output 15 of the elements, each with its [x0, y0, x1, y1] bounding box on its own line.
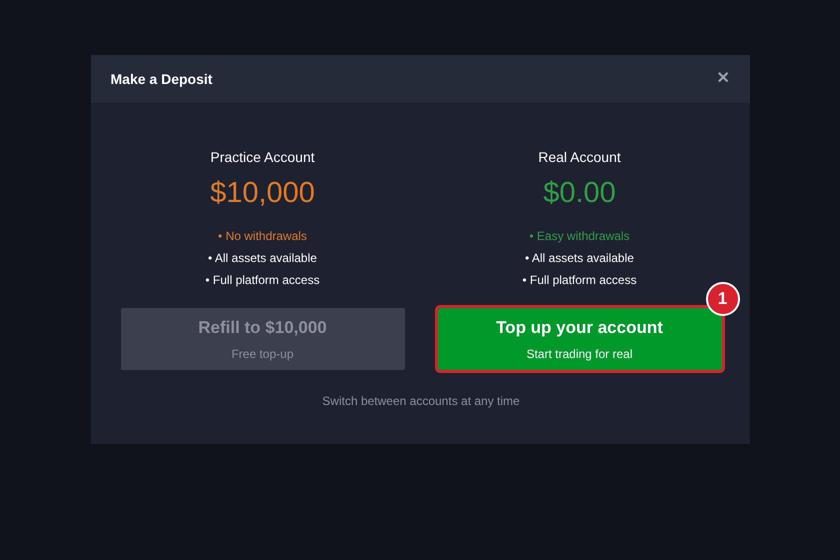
- account-balance: $10,000: [210, 176, 315, 211]
- close-button[interactable]: ✕: [716, 71, 730, 87]
- dialog-title: Make a Deposit: [110, 70, 212, 89]
- step-badge: 1: [706, 282, 740, 316]
- account-name: Real Account: [538, 148, 621, 167]
- top-up-button[interactable]: Top up your account Start trading for real: [438, 308, 722, 370]
- account-balance: $0.00: [543, 176, 616, 211]
- feature-item: • No withdrawals: [218, 228, 307, 245]
- feature-item: • All assets available: [525, 250, 634, 267]
- feature-item: • All assets available: [208, 250, 317, 267]
- footer-note: Switch between accounts at any time: [321, 392, 521, 410]
- feature-item: • Full platform access: [522, 272, 637, 289]
- account-name: Practice Account: [210, 148, 315, 167]
- feature-item: • Easy withdrawals: [529, 228, 630, 245]
- feature-item: • Full platform access: [205, 272, 320, 289]
